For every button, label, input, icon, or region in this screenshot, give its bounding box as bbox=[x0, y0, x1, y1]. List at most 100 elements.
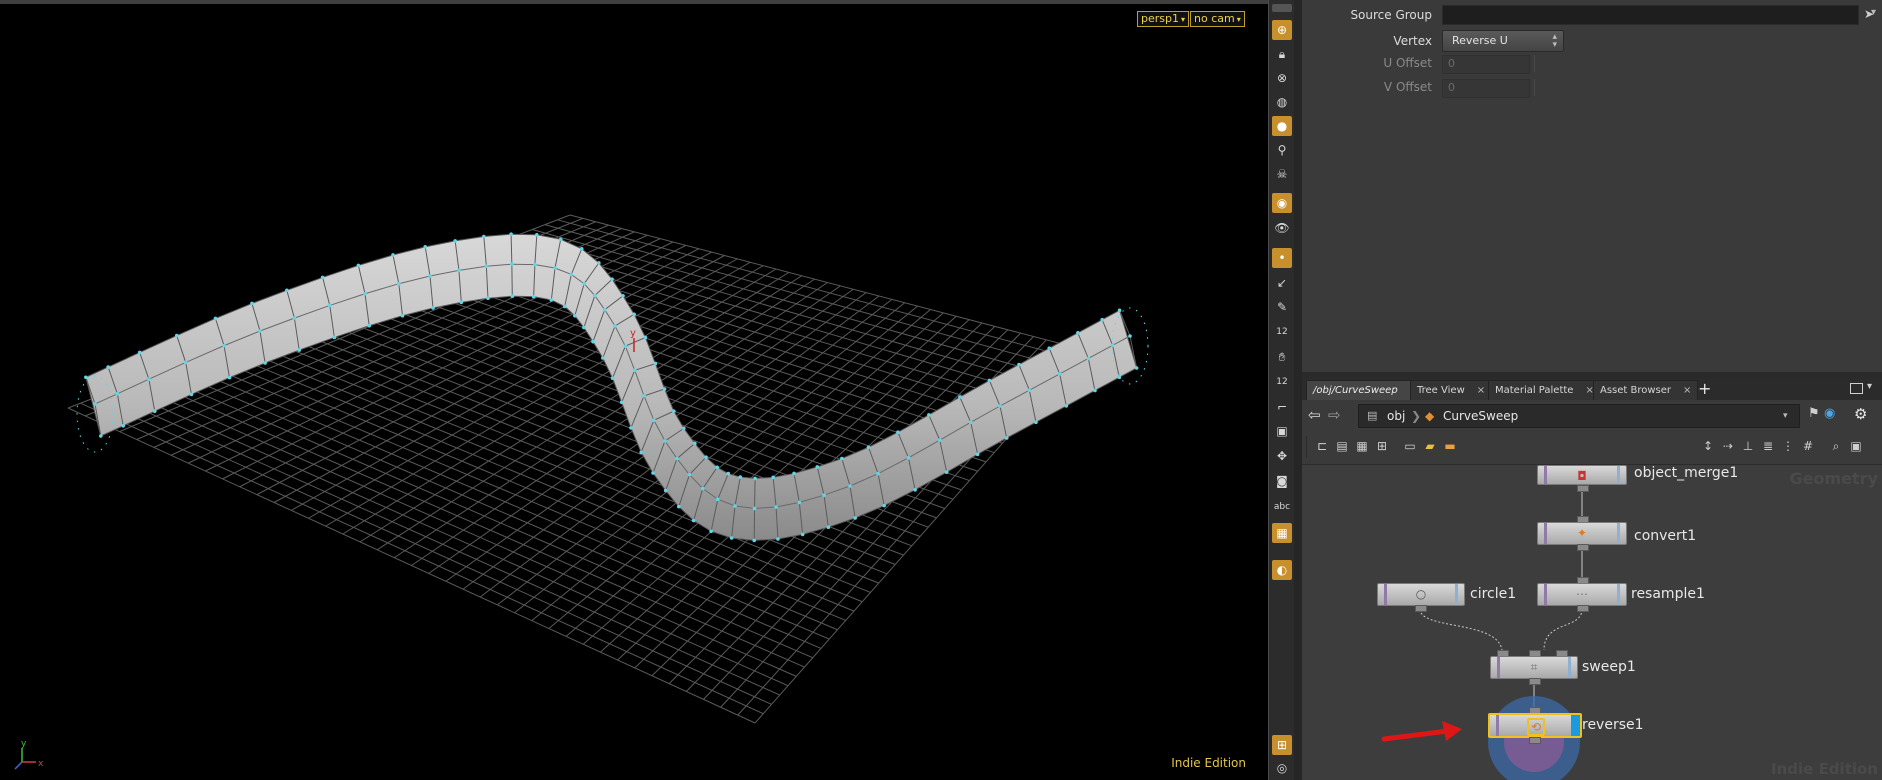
cam-menu[interactable]: no cam ▾ bbox=[1190, 11, 1245, 27]
breadcrumb-curvesweep[interactable]: CurveSweep bbox=[1443, 405, 1518, 427]
node-label[interactable]: circle1 bbox=[1470, 586, 1516, 602]
node-label[interactable]: resample1 bbox=[1631, 586, 1705, 602]
list-view-icon[interactable]: ▤ bbox=[1334, 438, 1350, 454]
output-port[interactable] bbox=[1529, 678, 1541, 685]
snap-mode-icon[interactable]: ⊕ bbox=[1272, 20, 1292, 40]
light-icon[interactable]: ● bbox=[1272, 116, 1292, 136]
node-sweep1[interactable]: ⌗ bbox=[1490, 656, 1578, 679]
source-group-label: Source Group bbox=[1350, 8, 1432, 22]
v-offset-field[interactable]: 0 bbox=[1442, 79, 1530, 98]
node-stripe bbox=[1617, 523, 1620, 544]
node-stripe bbox=[1568, 657, 1571, 678]
shading-icon[interactable]: ◍ bbox=[1272, 92, 1292, 112]
add-tab-button[interactable]: + bbox=[1698, 379, 1711, 398]
layout-icon[interactable]: ⊞ bbox=[1272, 735, 1292, 755]
tab-network[interactable]: /obj/CurveSweep× bbox=[1306, 380, 1426, 401]
tab-asset-browser[interactable]: Asset Browser × bbox=[1593, 380, 1699, 401]
arrow-select-icon[interactable]: ➤ bbox=[1864, 7, 1880, 23]
node-resample1[interactable]: ⋯ bbox=[1537, 583, 1627, 606]
chevron-down-icon[interactable]: ▾ bbox=[1867, 381, 1872, 392]
pane-tab-bar: /obj/CurveSweep× Tree View× Material Pal… bbox=[1302, 378, 1882, 401]
node-label[interactable]: reverse1 bbox=[1582, 717, 1644, 733]
layout-vertical-icon[interactable]: ↕ bbox=[1700, 438, 1716, 454]
normals-icon[interactable]: ↙ bbox=[1272, 273, 1292, 293]
transform-icon[interactable]: ✥ bbox=[1272, 446, 1292, 466]
corner-icon[interactable]: ⌐ bbox=[1272, 397, 1292, 417]
point-numbers-icon[interactable]: 12 bbox=[1272, 322, 1292, 342]
sticky-note-icon[interactable]: ▰ bbox=[1422, 438, 1438, 454]
parameter-view-icon[interactable]: ▭ bbox=[1402, 438, 1418, 454]
swept-tube bbox=[76, 232, 1149, 543]
close-view-icon[interactable]: ⊗ bbox=[1272, 68, 1292, 88]
toolbar-grip-icon[interactable] bbox=[1272, 4, 1292, 12]
v-offset-slider[interactable] bbox=[1534, 79, 1535, 96]
node-stripe bbox=[1384, 584, 1387, 605]
node-object-merge1[interactable]: ◘ bbox=[1537, 465, 1627, 485]
tree-view-icon[interactable]: ⊏ bbox=[1314, 438, 1330, 454]
network-box-icon[interactable]: ▬ bbox=[1442, 438, 1458, 454]
node-label[interactable]: object_merge1 bbox=[1634, 465, 1738, 481]
template-icon[interactable]: ◙ bbox=[1272, 471, 1292, 491]
pane-layout-icon[interactable] bbox=[1850, 383, 1863, 394]
network-editor[interactable]: Geometry Indie Edition ◘ object_merge1 ✦… bbox=[1302, 465, 1882, 780]
chevron-down-icon[interactable]: ▾ bbox=[1783, 405, 1788, 427]
object-merge-icon: ◘ bbox=[1577, 469, 1587, 483]
scene-viewport[interactable]: y y x persp1 ▾ no cam ▾ Indie Edition bbox=[0, 0, 1268, 780]
node-reverse1[interactable]: ⟲ bbox=[1488, 713, 1582, 738]
display-options-icon[interactable]: ◎ bbox=[1272, 758, 1292, 778]
source-group-field[interactable]: ▾ bbox=[1442, 5, 1876, 25]
link-pane-icon[interactable]: ◉ bbox=[1824, 406, 1835, 421]
u-offset-slider[interactable] bbox=[1534, 55, 1535, 72]
reverse-icon: ⟲ bbox=[1527, 718, 1545, 736]
align-chain-icon[interactable]: ≣ bbox=[1760, 438, 1776, 454]
primitive-numbers-icon[interactable]: 12 bbox=[1272, 372, 1292, 392]
path-field[interactable]: ▤ obj ❯ ◆ CurveSweep ▾ bbox=[1358, 404, 1800, 428]
light-bulb-icon[interactable]: ◐ bbox=[1272, 560, 1292, 580]
display-flag[interactable] bbox=[1571, 715, 1580, 736]
pin-icon[interactable]: ⚲ bbox=[1272, 140, 1292, 160]
grid-toggle-icon[interactable]: # bbox=[1800, 438, 1816, 454]
camera-menu[interactable]: persp1 ▾ bbox=[1137, 11, 1189, 27]
vertical-splitter[interactable] bbox=[1294, 0, 1302, 780]
tab-material-palette[interactable]: Material Palette × bbox=[1488, 380, 1601, 401]
node-label[interactable]: sweep1 bbox=[1582, 659, 1636, 675]
grid-points-icon[interactable]: ⋮ bbox=[1780, 438, 1796, 454]
output-port[interactable] bbox=[1577, 544, 1589, 551]
output-port[interactable] bbox=[1529, 737, 1541, 744]
pin-pane-icon[interactable]: ⚑ bbox=[1808, 406, 1820, 421]
text-tool-icon[interactable]: abc bbox=[1272, 497, 1292, 517]
forward-icon[interactable]: ⇨ bbox=[1328, 406, 1341, 424]
grid-view-icon[interactable]: ⊞ bbox=[1374, 438, 1390, 454]
background-image-icon[interactable]: ▣ bbox=[1848, 438, 1864, 454]
close-icon[interactable]: × bbox=[1477, 385, 1485, 396]
search-icon[interactable]: ⌕ bbox=[1828, 438, 1844, 454]
image-icon[interactable]: ▦ bbox=[1272, 523, 1292, 543]
lock-icon[interactable]: 🔒︎ bbox=[1272, 44, 1292, 64]
convert-icon: ✦ bbox=[1576, 526, 1588, 540]
chevron-down-icon: ▾ bbox=[1180, 15, 1185, 24]
v-offset-label: V Offset bbox=[1383, 80, 1432, 94]
layout-horizontal-icon[interactable]: ⇢ bbox=[1720, 438, 1736, 454]
edit-tool-icon[interactable]: ✎ bbox=[1272, 297, 1292, 317]
node-label[interactable]: convert1 bbox=[1634, 528, 1696, 544]
close-icon[interactable]: × bbox=[1683, 385, 1691, 396]
align-icon[interactable]: ⊥ bbox=[1740, 438, 1756, 454]
u-offset-field[interactable]: 0 bbox=[1442, 55, 1530, 74]
output-port[interactable] bbox=[1577, 485, 1589, 492]
node-convert1[interactable]: ✦ bbox=[1537, 522, 1627, 545]
output-port[interactable] bbox=[1577, 605, 1589, 612]
back-icon[interactable]: ⇦ bbox=[1308, 406, 1321, 424]
vertex-menu[interactable]: Reverse U ▴ ▾ bbox=[1442, 30, 1564, 52]
bounding-box-icon[interactable]: ▣ bbox=[1272, 421, 1292, 441]
gear-icon[interactable]: ⚙ bbox=[1854, 405, 1867, 423]
visibility-icon[interactable]: 👁︎ bbox=[1272, 218, 1292, 238]
node-circle1[interactable]: ○ bbox=[1377, 583, 1465, 606]
breadcrumb-obj[interactable]: obj bbox=[1387, 405, 1405, 427]
camera-icon[interactable]: ◉ bbox=[1272, 193, 1292, 213]
ghost-icon[interactable]: ☠ bbox=[1272, 164, 1292, 184]
tab-tree-view[interactable]: Tree View × bbox=[1410, 380, 1493, 401]
point-display-icon[interactable]: • bbox=[1272, 248, 1292, 268]
table-view-icon[interactable]: ▦ bbox=[1354, 438, 1370, 454]
output-port[interactable] bbox=[1415, 605, 1427, 612]
brush-icon[interactable]: ✋︎ bbox=[1272, 347, 1292, 367]
